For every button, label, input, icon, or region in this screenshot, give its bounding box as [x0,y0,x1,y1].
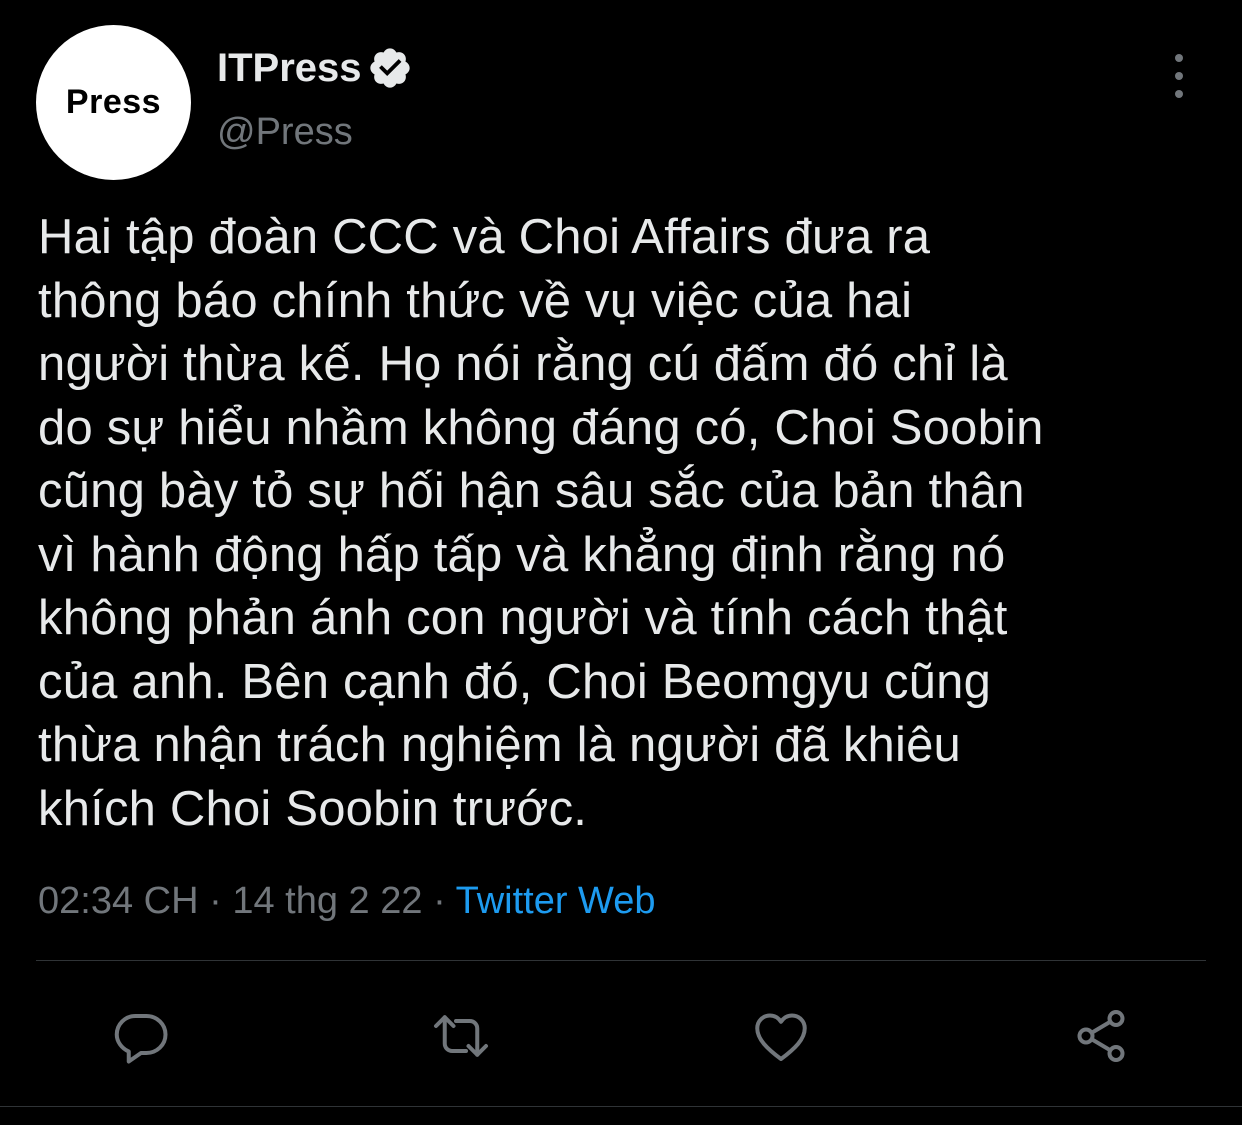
avatar[interactable]: Press [36,25,191,180]
more-options-icon[interactable] [1164,54,1194,98]
user-handle[interactable]: @Press [217,110,353,156]
tweet-time[interactable]: 02:34 CH [38,880,199,922]
verified-badge-icon [369,48,410,88]
reply-button[interactable] [101,996,181,1076]
tweet-source-link[interactable]: Twitter Web [456,880,656,922]
more-dot [1175,54,1183,62]
retweet-button[interactable] [421,996,501,1076]
tweet-date[interactable]: 14 thg 2 22 [232,880,422,922]
action-bar [0,996,1242,1076]
tweet-text: Hai tập đoàn CCC và Choi Affairs đưa ra … [38,210,1044,836]
avatar-logo-text: Press [65,83,162,121]
divider [36,960,1206,961]
like-button[interactable] [741,996,821,1076]
share-button[interactable] [1061,996,1141,1076]
reply-icon [114,1014,168,1064]
more-dot [1175,90,1183,98]
share-icon [1077,1010,1125,1062]
tweet-detail: Press ITPress @Press Hai tập đoàn CCC và… [0,0,1242,1125]
meta-separator: · [433,880,446,922]
display-name[interactable]: ITPress [217,48,362,88]
author-name-row[interactable]: ITPress [217,43,413,93]
divider [0,1106,1242,1107]
more-dot [1175,72,1183,80]
tweet-metadata: 02:34 CH · 14 thg 2 22 · Twitter Web [38,877,656,925]
like-icon [755,1013,807,1061]
retweet-icon [434,1015,488,1057]
meta-separator: · [209,880,222,922]
